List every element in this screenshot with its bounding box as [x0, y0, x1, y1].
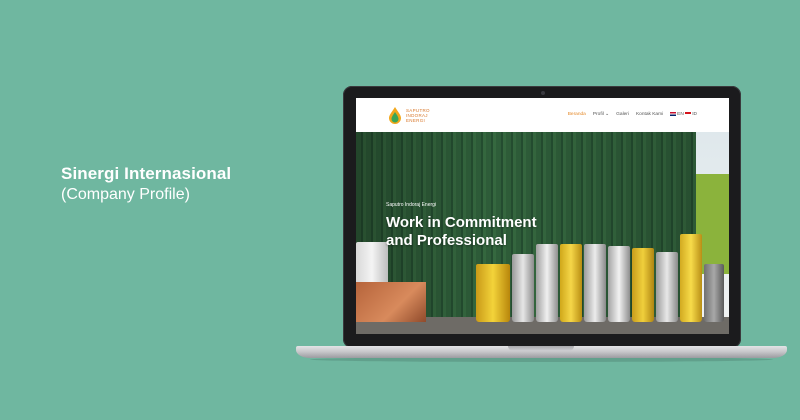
logo-text: SAPUTRO INDORAJ ENERGI: [406, 108, 430, 123]
caption-block: Sinergi Internasional (Company Profile): [61, 163, 231, 205]
laptop-notch: [508, 346, 574, 351]
site-logo[interactable]: SAPUTRO INDORAJ ENERGI: [388, 106, 430, 124]
lang-id-label: ID: [692, 112, 697, 118]
flame-drop-logo-icon: [389, 107, 401, 124]
hero-kicker: Saputro Indoraj Energi: [386, 202, 437, 208]
indonesia-flag-icon: [685, 112, 692, 116]
nav-item-kontak[interactable]: Kontak Kami: [636, 112, 663, 117]
caption-title: Sinergi Internasional: [61, 164, 232, 183]
webcam-icon: [541, 91, 545, 95]
lang-switcher: EN ID: [670, 112, 697, 117]
nav-item-beranda[interactable]: Beranda: [568, 112, 586, 117]
hero-title: Work in Commitment and Professional: [386, 214, 537, 250]
hero-title-line-2: and Professional: [386, 232, 507, 249]
hero-banner: Saputro Indoraj Energi Work in Commitmen…: [356, 132, 729, 334]
lang-en-label: EN: [677, 112, 684, 118]
logo-line-2: INDORAJ: [406, 112, 428, 118]
copper-sheet-image: [356, 282, 426, 322]
laptop-screen: SAPUTRO INDORAJ ENERGI Beranda Profil ⌄ …: [356, 98, 729, 334]
nav-item-profil[interactable]: Profil ⌄: [593, 112, 609, 117]
hero-title-line-1: Work in Commitment: [386, 214, 537, 231]
nav-item-profil-label: Profil: [592, 112, 604, 118]
paint-pails-image: [476, 234, 726, 324]
lang-en-option[interactable]: EN: [670, 112, 684, 117]
logo-line-1: SAPUTRO: [406, 107, 430, 113]
nav-menu: Beranda Profil ⌄ Galeri Kontak Kami EN I…: [568, 112, 697, 117]
uk-flag-icon: [670, 112, 677, 116]
chevron-down-icon: ⌄: [605, 112, 610, 118]
nav-item-galeri[interactable]: Galeri: [616, 112, 629, 117]
lang-id-option[interactable]: ID: [685, 112, 697, 117]
site-navbar: SAPUTRO INDORAJ ENERGI Beranda Profil ⌄ …: [356, 98, 729, 132]
logo-line-3: ENERGI: [406, 117, 426, 123]
caption-subtitle: (Company Profile): [61, 186, 190, 203]
